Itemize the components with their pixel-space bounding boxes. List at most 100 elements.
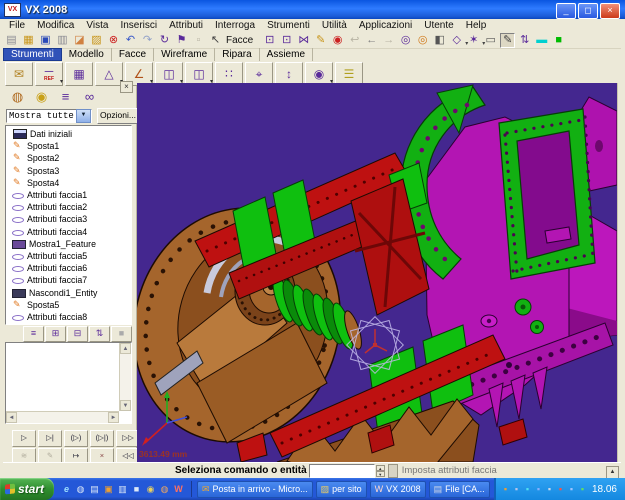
camera-icon[interactable]: ◉ [330, 33, 345, 48]
command-history-button[interactable] [387, 463, 398, 478]
media-icon[interactable]: ▥ [116, 482, 129, 497]
pattern-icon[interactable]: ∷ [215, 61, 243, 86]
vertical-scrollbar[interactable]: ▲ ▼ [119, 343, 131, 411]
menu-item[interactable]: Inserisci [114, 20, 163, 31]
tree-item[interactable]: Sposta5 [6, 299, 131, 311]
tray-lang-icon[interactable]: ▪ [566, 484, 577, 494]
render-monitor-icon[interactable]: ⊡ [279, 33, 294, 48]
tray-update-icon[interactable]: ▪ [522, 484, 533, 494]
tree-item[interactable]: Sposta3 [6, 165, 131, 177]
select-cursor-icon[interactable]: ↖ [208, 33, 223, 48]
folder-icon[interactable]: ▨ [89, 33, 104, 48]
menu-item[interactable]: Interroga [209, 20, 261, 31]
chevron-down-icon[interactable]: ▼ [76, 109, 91, 123]
restore-button[interactable]: ◻ [578, 3, 598, 19]
measure-height-icon[interactable]: ↕ [275, 61, 303, 86]
task-per-sito[interactable]: ▨ per sito [315, 480, 367, 498]
tree-item[interactable]: Sposta1 [6, 140, 131, 152]
tree-item[interactable]: Attributi faccia2 [6, 201, 131, 213]
view-cube-icon[interactable]: ◇ [449, 33, 469, 52]
tray-agent-icon[interactable]: ▪ [577, 484, 588, 494]
tray-display-icon[interactable]: ▪ [511, 484, 522, 494]
desktop-icon[interactable]: ◍ [74, 482, 87, 497]
tree-item[interactable]: Attributi faccia7 [6, 274, 131, 286]
clip-icon[interactable]: ▭ [483, 33, 498, 48]
start-button[interactable]: start [0, 478, 54, 500]
ribbon-tab[interactable]: Wireframe [154, 48, 216, 61]
horizontal-scrollbar[interactable]: ◄ ► [6, 411, 119, 423]
minimize-button[interactable]: _ [556, 3, 576, 19]
menu-item[interactable]: Utente [418, 20, 459, 31]
grid-table-icon[interactable]: ▦ [65, 61, 93, 86]
graph-view-icon[interactable]: ⊟ [67, 326, 88, 342]
menu-item[interactable]: File [3, 20, 31, 31]
menu-item[interactable]: Modifica [31, 20, 80, 31]
link-view-icon[interactable]: ⋈ [296, 33, 311, 48]
play-to-icon[interactable]: ▷| [38, 430, 62, 447]
undo-icon[interactable]: ↶ [123, 33, 138, 48]
back-icon[interactable]: ← [364, 33, 379, 48]
annotate-tool-icon[interactable]: ✉ [5, 61, 33, 86]
menu-item[interactable]: Vista [80, 20, 114, 31]
tray-mail-icon[interactable]: ▪ [500, 484, 511, 494]
tree-item[interactable]: Attributi faccia4 [6, 226, 131, 238]
ie-icon[interactable]: e [60, 482, 73, 497]
tree-item[interactable]: Attributi faccia3 [6, 213, 131, 225]
scroll-left-icon[interactable]: ◄ [6, 412, 17, 423]
filter-dropdown[interactable]: Mostra tutte ▼ [6, 109, 92, 123]
history-run-icon[interactable]: ⚑ [174, 33, 189, 48]
half-view-icon[interactable]: ◧ [432, 33, 447, 48]
line-color-icon[interactable]: ▬ [534, 33, 549, 48]
display-monitor-icon[interactable]: ⊡ [262, 33, 277, 48]
tree-item[interactable]: Mostra1_Feature [6, 238, 131, 250]
menu-item[interactable]: Help [460, 20, 493, 31]
edit-note-icon[interactable]: ✎ [313, 33, 328, 48]
list-view-icon[interactable]: ≡ [23, 326, 44, 342]
forward-icon[interactable]: → [381, 33, 396, 48]
tray-network-icon[interactable]: ▪ [533, 484, 544, 494]
tool-disabled-icon[interactable]: ▫ [191, 33, 206, 48]
tree-item[interactable]: Sposta2 [6, 152, 131, 164]
menu-item[interactable]: Strumenti [261, 20, 316, 31]
align-move-icon[interactable]: ◫ [155, 61, 183, 86]
play-all-to-icon[interactable]: (▷|) [90, 430, 114, 447]
tray-volume-icon[interactable]: ▪ [544, 484, 555, 494]
3d-viewport[interactable]: 3613.49 mm [137, 83, 617, 462]
vx-icon[interactable]: W [172, 482, 185, 497]
panel-close-icon[interactable]: × [120, 81, 133, 93]
tree-view-icon[interactable]: ⊞ [45, 326, 66, 342]
close-button[interactable]: × [600, 3, 620, 19]
history-roll-icon[interactable]: ◍ [7, 88, 28, 105]
menu-item[interactable]: Utilità [316, 20, 353, 31]
ribbon-tab[interactable]: Strumenti [3, 48, 62, 61]
redo-icon[interactable]: ↷ [140, 33, 155, 48]
erase-icon[interactable]: ◪ [72, 33, 87, 48]
glasses-icon[interactable]: ∞ [79, 88, 100, 105]
ribbon-tab[interactable]: Ripara [215, 48, 260, 61]
scroll-down-icon[interactable]: ▼ [120, 400, 131, 411]
zoom-window-icon[interactable]: ◎ [398, 33, 413, 48]
menu-item[interactable]: Applicazioni [353, 20, 418, 31]
new-icon[interactable]: ▤ [4, 33, 19, 48]
datum-plane-icon[interactable]: △ [95, 61, 123, 86]
command-input[interactable] [308, 463, 375, 478]
paint-icon[interactable]: ■ [130, 482, 143, 497]
sketch-pencil-icon[interactable]: ✎ [500, 32, 516, 48]
tree-item[interactable]: Sposta4 [6, 177, 131, 189]
measure-point-icon[interactable]: ⌖ [245, 61, 273, 86]
menu-item[interactable]: Attributi [163, 20, 209, 31]
mesh-ball-icon[interactable]: ◉ [305, 61, 333, 86]
tree-item[interactable]: Attributi faccia8 [6, 311, 131, 323]
dvd-icon[interactable]: ◉ [144, 482, 157, 497]
face-color-icon[interactable]: ■ [551, 33, 566, 48]
ribbon-tab[interactable]: Assieme [260, 48, 314, 61]
tray-antivirus-icon[interactable]: ▪ [555, 484, 566, 494]
ribbon-tab[interactable]: Facce [112, 48, 155, 61]
print-icon[interactable]: ▥ [55, 33, 70, 48]
task-vx[interactable]: W VX 2008 [369, 480, 426, 498]
bend-arrow-icon[interactable]: ↩ [347, 33, 362, 48]
browser-icon[interactable]: ◍ [158, 482, 171, 497]
regen-icon[interactable]: ↻ [157, 33, 172, 48]
stamp-icon[interactable]: ◉ [31, 88, 52, 105]
options-button[interactable]: Opzioni... [97, 108, 139, 124]
